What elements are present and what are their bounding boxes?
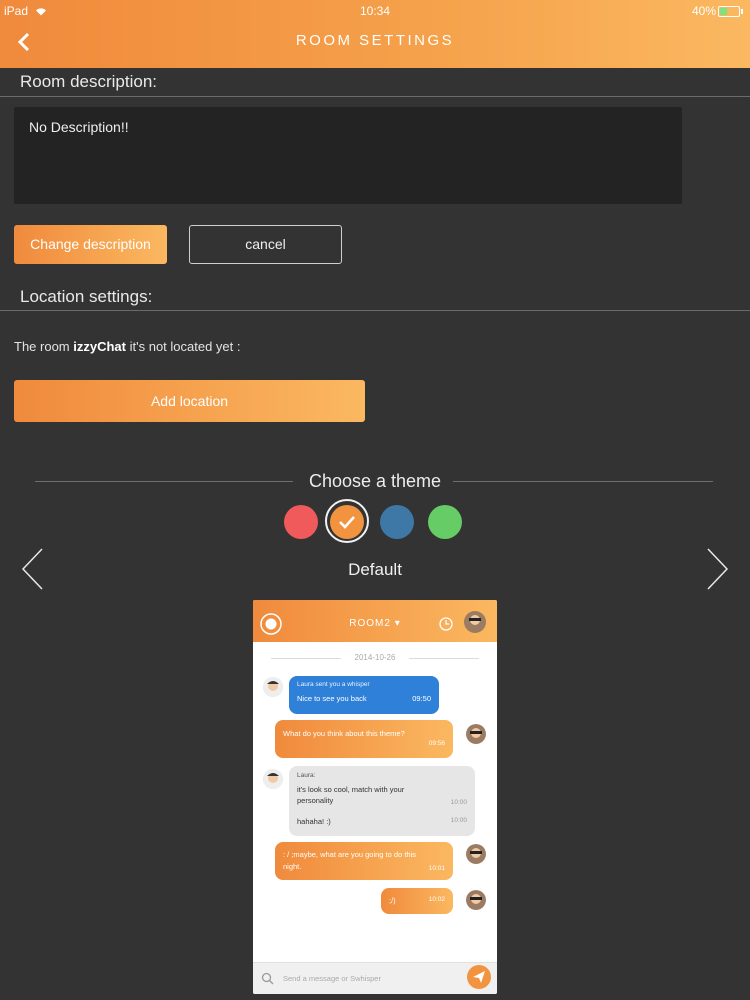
selected-theme-name: Default bbox=[348, 560, 402, 579]
status-bar: iPad 10:34 40% bbox=[0, 3, 750, 19]
message-bubble: What do you think about this theme? 09:5… bbox=[275, 720, 453, 758]
preview-message-input: Send a message or Swhisper bbox=[253, 962, 497, 994]
avatar-icon bbox=[466, 844, 486, 864]
theme-section-title: Choose a theme bbox=[308, 471, 442, 491]
change-description-button[interactable]: Change description bbox=[14, 225, 167, 264]
send-button bbox=[467, 965, 491, 989]
description-section-title: Room description: bbox=[20, 72, 158, 91]
avatar-icon bbox=[466, 724, 486, 744]
message-bubble: Laura sent you a whisper Nice to see you… bbox=[289, 676, 439, 714]
battery-fill bbox=[720, 8, 728, 15]
divider bbox=[0, 96, 750, 97]
send-icon bbox=[473, 971, 485, 983]
theme-swatch-green[interactable] bbox=[428, 505, 462, 539]
message-bubble: ;/) 10:02 bbox=[381, 888, 453, 914]
room-name: izzyChat bbox=[73, 339, 126, 354]
avatar-icon bbox=[464, 611, 486, 633]
theme-swatch-red[interactable] bbox=[284, 505, 318, 539]
theme-swatch-blue[interactable] bbox=[380, 505, 414, 539]
theme-swatch-orange[interactable] bbox=[330, 505, 364, 539]
description-textarea[interactable]: No Description!! bbox=[14, 107, 682, 204]
message-bubble: : / ;maybe, what are you going to do thi… bbox=[275, 842, 453, 880]
search-icon bbox=[261, 972, 274, 985]
location-section-title: Location settings: bbox=[20, 287, 153, 306]
status-time: 10:34 bbox=[359, 4, 391, 18]
preview-date: 2014-10-26 bbox=[354, 653, 396, 662]
preview-room-name: ROOM2 ▾ bbox=[349, 618, 401, 629]
theme-preview: ROOM2 ▾ 2014-10-26 Laura sent you a whis… bbox=[253, 600, 497, 994]
cancel-button[interactable]: cancel bbox=[189, 225, 342, 264]
avatar-icon bbox=[263, 677, 283, 697]
preview-header: ROOM2 ▾ bbox=[253, 600, 497, 642]
message-bubble: Laura: it's look so cool, match with you… bbox=[289, 766, 475, 836]
add-location-button[interactable]: Add location bbox=[14, 380, 365, 422]
divider bbox=[0, 310, 750, 311]
top-bar: iPad 10:34 40% ROOM SETTINGS bbox=[0, 0, 750, 68]
avatar-icon bbox=[263, 769, 283, 789]
clock-icon bbox=[439, 617, 453, 631]
location-status-text: The room izzyChat it's not located yet : bbox=[14, 339, 241, 354]
avatar-icon bbox=[466, 890, 486, 910]
checkmark-icon bbox=[339, 516, 355, 529]
battery-icon bbox=[718, 6, 743, 17]
status-battery-text: 40% bbox=[691, 4, 716, 18]
page-title: ROOM SETTINGS bbox=[295, 32, 455, 49]
